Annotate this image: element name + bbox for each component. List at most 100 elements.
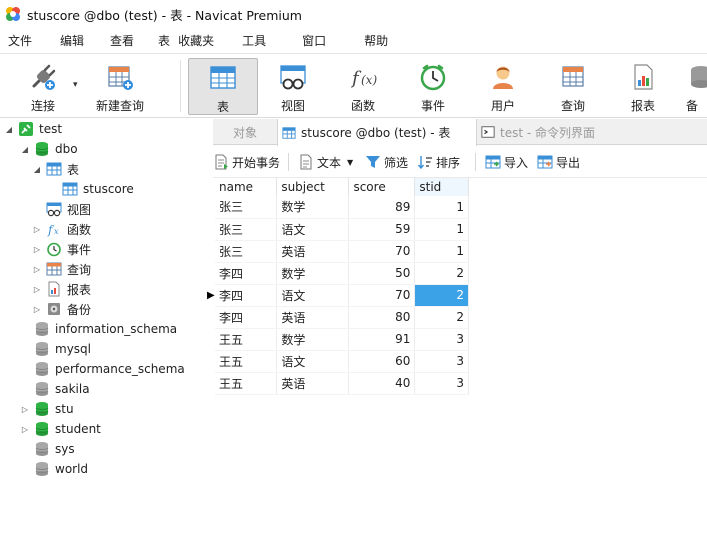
cell-stid[interactable]: 1 bbox=[414, 240, 469, 263]
table-row-current[interactable]: 李四 语文 70 2 bbox=[215, 284, 469, 307]
cell-score[interactable]: 40 bbox=[348, 372, 416, 395]
cell-subject[interactable]: 数学 bbox=[276, 262, 350, 285]
cell-subject[interactable]: 语文 bbox=[276, 284, 350, 307]
tree-queries-node[interactable]: ▷ 查询 bbox=[32, 259, 91, 279]
cell-name[interactable]: 李四 bbox=[215, 284, 278, 307]
cell-subject[interactable]: 数学 bbox=[276, 196, 350, 219]
tree-db-performance-schema[interactable]: performance_schema bbox=[20, 359, 185, 379]
cell-stid-selected[interactable]: 2 bbox=[414, 284, 469, 307]
cell-score[interactable]: 50 bbox=[348, 262, 416, 285]
report-button[interactable]: 报表 bbox=[616, 58, 670, 115]
tree-events-node[interactable]: ▷ 事件 bbox=[32, 239, 91, 259]
tree-backups-node[interactable]: ▷ 备份 bbox=[32, 299, 91, 319]
tree-db-information-schema[interactable]: information_schema bbox=[20, 319, 177, 339]
tree-db-mysql[interactable]: mysql bbox=[20, 339, 91, 359]
cell-subject[interactable]: 数学 bbox=[276, 328, 350, 351]
column-header-stid[interactable]: stid bbox=[414, 178, 469, 196]
tree-table-stuscore[interactable]: stuscore bbox=[48, 179, 134, 199]
table-button[interactable]: 表 bbox=[188, 58, 258, 115]
connect-dropdown-arrow-icon[interactable]: ▾ bbox=[73, 80, 78, 90]
cell-name[interactable]: 李四 bbox=[215, 306, 278, 329]
cell-stid[interactable]: 3 bbox=[414, 350, 469, 373]
table-row[interactable]: 王五 语文 60 3 bbox=[215, 350, 469, 373]
collapsed-icon[interactable]: ▷ bbox=[20, 425, 30, 434]
tree-tables-node[interactable]: ◢ 表 bbox=[32, 159, 79, 179]
cell-subject[interactable]: 英语 bbox=[276, 372, 350, 395]
column-header-subject[interactable]: subject bbox=[276, 178, 350, 196]
column-header-score[interactable]: score bbox=[348, 178, 416, 196]
tree-functions-node[interactable]: ▷ fx 函数 bbox=[32, 219, 91, 239]
tree-schema-dbo[interactable]: ◢ dbo bbox=[20, 139, 78, 159]
collapsed-icon[interactable]: ▷ bbox=[32, 245, 42, 254]
query-button[interactable]: 查询 bbox=[546, 58, 600, 115]
cell-stid[interactable]: 2 bbox=[414, 306, 469, 329]
tree-db-sys[interactable]: sys bbox=[20, 439, 75, 459]
cell-name[interactable]: 王五 bbox=[215, 350, 278, 373]
connect-button[interactable]: 连接 bbox=[14, 58, 72, 115]
tree-db-sakila[interactable]: sakila bbox=[20, 379, 90, 399]
cell-score[interactable]: 60 bbox=[348, 350, 416, 373]
tree-views-node[interactable]: 视图 bbox=[32, 199, 91, 219]
menu-favorites[interactable]: 收藏夹 bbox=[170, 32, 222, 49]
cell-name[interactable]: 张三 bbox=[215, 240, 278, 263]
expanded-icon[interactable]: ◢ bbox=[4, 125, 14, 134]
cell-subject[interactable]: 语文 bbox=[276, 218, 350, 241]
export-button[interactable]: 导出 bbox=[537, 152, 580, 172]
cell-score[interactable]: 91 bbox=[348, 328, 416, 351]
cell-subject[interactable]: 英语 bbox=[276, 306, 350, 329]
tree-db-stu[interactable]: ▷ stu bbox=[20, 399, 74, 419]
expanded-icon[interactable]: ◢ bbox=[20, 145, 30, 154]
column-header-name[interactable]: name bbox=[215, 178, 278, 196]
text-button[interactable]: 文本 ▼ bbox=[298, 152, 353, 172]
table-row[interactable]: 张三 英语 70 1 bbox=[215, 240, 469, 263]
import-button[interactable]: 导入 bbox=[485, 152, 528, 172]
tree-db-world[interactable]: world bbox=[20, 459, 88, 479]
cell-score[interactable]: 70 bbox=[348, 240, 416, 263]
menu-help[interactable]: 帮助 bbox=[356, 32, 396, 49]
sort-button[interactable]: 排序 bbox=[417, 152, 460, 172]
expanded-icon[interactable]: ◢ bbox=[32, 165, 42, 174]
cell-stid[interactable]: 1 bbox=[414, 196, 469, 219]
tree-db-student[interactable]: ▷ student bbox=[20, 419, 101, 439]
cell-name[interactable]: 王五 bbox=[215, 328, 278, 351]
cell-score[interactable]: 80 bbox=[348, 306, 416, 329]
cell-name[interactable]: 李四 bbox=[215, 262, 278, 285]
new-query-button[interactable]: 新建查询 bbox=[90, 58, 150, 115]
cell-stid[interactable]: 3 bbox=[414, 328, 469, 351]
function-button[interactable]: f (x) 函数 bbox=[336, 58, 390, 115]
table-row[interactable]: 李四 数学 50 2 bbox=[215, 262, 469, 285]
tree-reports-node[interactable]: ▷ 报表 bbox=[32, 279, 91, 299]
cell-stid[interactable]: 2 bbox=[414, 262, 469, 285]
cell-score[interactable]: 59 bbox=[348, 218, 416, 241]
begin-transaction-button[interactable]: 开始事务 bbox=[213, 152, 280, 172]
tree-connection-test[interactable]: ◢ test bbox=[4, 119, 62, 139]
table-row[interactable]: 张三 数学 89 1 bbox=[215, 196, 469, 219]
cell-name[interactable]: 王五 bbox=[215, 372, 278, 395]
tab-console[interactable]: test - 命令列界面 bbox=[477, 119, 707, 145]
collapsed-icon[interactable]: ▷ bbox=[32, 225, 42, 234]
collapsed-icon[interactable]: ▷ bbox=[32, 285, 42, 294]
cell-stid[interactable]: 3 bbox=[414, 372, 469, 395]
table-row[interactable]: 李四 英语 80 2 bbox=[215, 306, 469, 329]
cell-score[interactable]: 70 bbox=[348, 284, 416, 307]
cell-subject[interactable]: 英语 bbox=[276, 240, 350, 263]
cell-stid[interactable]: 1 bbox=[414, 218, 469, 241]
view-button[interactable]: 视图 bbox=[266, 58, 320, 115]
collapsed-icon[interactable]: ▷ bbox=[20, 405, 30, 414]
user-button[interactable]: 用户 bbox=[476, 58, 530, 115]
event-button[interactable]: 事件 bbox=[406, 58, 460, 115]
filter-button[interactable]: 筛选 bbox=[365, 152, 408, 172]
menu-file[interactable]: 文件 bbox=[0, 32, 40, 49]
backup-button[interactable]: 备 bbox=[686, 58, 707, 115]
menu-tools[interactable]: 工具 bbox=[234, 32, 274, 49]
collapsed-icon[interactable]: ▷ bbox=[32, 305, 42, 314]
cell-score[interactable]: 89 bbox=[348, 196, 416, 219]
cell-subject[interactable]: 语文 bbox=[276, 350, 350, 373]
tab-stuscore-table[interactable]: stuscore @dbo (test) - 表 bbox=[277, 119, 477, 146]
cell-name[interactable]: 张三 bbox=[215, 196, 278, 219]
table-row[interactable]: 张三 语文 59 1 bbox=[215, 218, 469, 241]
table-row[interactable]: 王五 英语 40 3 bbox=[215, 372, 469, 395]
menu-window[interactable]: 窗口 bbox=[294, 32, 334, 49]
cell-name[interactable]: 张三 bbox=[215, 218, 278, 241]
menu-view[interactable]: 查看 bbox=[102, 32, 142, 49]
